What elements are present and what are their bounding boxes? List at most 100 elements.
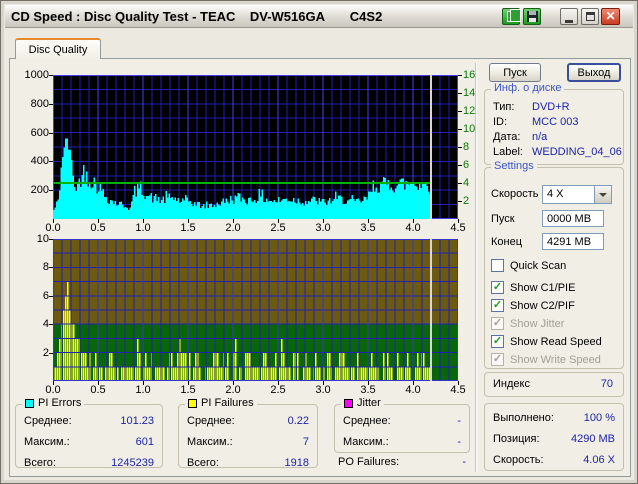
checkbox-show-jitter[interactable]: ✓ Show Jitter <box>491 316 619 334</box>
checkbox-box-icon[interactable] <box>491 259 504 272</box>
info-row: Максим.: 7 <box>179 436 317 457</box>
axis-tick-label: 3.0 <box>315 384 331 396</box>
checkbox-show-c2-pif[interactable]: ✓ Show C2/PIF <box>491 298 619 316</box>
axis-tick-mark <box>233 381 234 385</box>
axis-tick-label: 16 <box>463 69 476 81</box>
info-value: 601 <box>135 436 154 448</box>
axis-tick-label: 200 <box>30 184 49 197</box>
axis-tick-label: 4.0 <box>405 222 421 234</box>
info-row: Максим.: - <box>335 436 469 457</box>
checkbox-box-icon[interactable]: ✓ <box>491 317 504 330</box>
checkbox-quick-scan[interactable]: Quick Scan <box>491 258 619 276</box>
copy-icon <box>506 9 521 22</box>
axis-tick-label: 400 <box>30 155 49 168</box>
checkbox-box-icon[interactable]: ✓ <box>491 299 504 312</box>
checkbox-show-write-speed[interactable]: ✓ Show Write Speed <box>491 352 619 370</box>
axis-tick-label: 2.0 <box>225 384 241 396</box>
checkbox-show-c1-pie[interactable]: ✓ Show C1/PIE <box>491 280 619 298</box>
axis-tick-mark <box>413 219 414 223</box>
axis-tick-mark <box>278 219 279 223</box>
axis-tick-label: 4 <box>42 318 49 331</box>
axis-tick-label: 8 <box>42 261 49 274</box>
copy-button[interactable] <box>502 8 521 25</box>
info-label: Скорость: <box>493 454 544 466</box>
window-title: CD Speed : Disc Quality Test - TEAC DV-W… <box>11 9 383 24</box>
axis-tick-mark <box>143 219 144 223</box>
exit-button[interactable]: Выход <box>567 63 621 82</box>
info-value: 4290 MB <box>570 433 615 445</box>
axis-tick-label: 4.0 <box>405 384 421 396</box>
tab-disc-quality[interactable]: Disc Quality <box>15 38 101 59</box>
axis-tick-label: 0.0 <box>45 384 61 396</box>
speed-select[interactable]: 4 X <box>542 185 612 204</box>
info-row: Всего: 1918 <box>179 457 317 478</box>
info-row: Среднее: - <box>335 415 469 436</box>
axis-tick-mark <box>458 129 462 130</box>
axis-tick-mark <box>458 75 462 76</box>
axis-tick-label: 1.5 <box>180 222 196 234</box>
info-row: Среднее: 0.22 <box>179 415 317 436</box>
pi-errors-rows: Среднее: 101.23 Максим.: 601 Всего: 1245239 <box>16 405 162 469</box>
axis-tick-mark <box>458 201 462 202</box>
axis-tick-label: 10 <box>463 123 476 135</box>
start-button[interactable]: Пуск <box>489 63 541 82</box>
checkbox-box-icon[interactable]: ✓ <box>491 335 504 348</box>
titlebar: CD Speed : Disc Quality Test - TEAC DV-W… <box>5 5 633 28</box>
disc-info-rows: Тип: DVD+R ID: MCC 003 Дата: n/a Label: WEDDING… <box>485 90 623 164</box>
info-row: Максим.: 601 <box>16 436 162 457</box>
info-row: Label: WEDDING_04_06 <box>485 146 623 161</box>
axis-tick-mark <box>368 219 369 223</box>
axis-tick-mark <box>49 295 53 297</box>
settings-caption: Settings <box>491 160 537 172</box>
pi-errors-group: PI Errors Среднее: 101.23 Максим.: 601 Всего… <box>15 397 163 469</box>
axis-tick-label: 12 <box>463 105 476 117</box>
axis-tick-label: 3.0 <box>315 222 331 234</box>
info-row: Позиция: 4290 MB <box>485 433 623 454</box>
axis-tick-label: 2 <box>42 346 49 359</box>
close-button[interactable]: ✕ <box>601 8 620 25</box>
axis-tick-label: 6 <box>42 289 49 302</box>
checkbox-show-read-speed[interactable]: ✓ Show Read Speed <box>491 334 619 352</box>
axis-tick-label: 800 <box>30 97 49 110</box>
info-label: Всего: <box>187 457 219 469</box>
info-value: WEDDING_04_06 <box>532 146 622 158</box>
axis-tick-mark <box>458 183 462 184</box>
axis-tick-mark <box>98 219 99 223</box>
axis-tick-label: 0.5 <box>90 222 106 234</box>
info-row: Тип: DVD+R <box>485 101 623 116</box>
axis-tick-mark <box>49 324 53 326</box>
jitter-rows: Среднее: - Максим.: - <box>335 405 469 452</box>
end-position-input[interactable] <box>542 233 604 250</box>
info-value: - <box>457 415 461 427</box>
index-label: Индекс <box>493 378 530 390</box>
axis-tick-mark <box>233 219 234 223</box>
axis-tick-mark <box>49 267 53 269</box>
checkbox-label: Show Jitter <box>510 318 565 330</box>
axis-tick-mark <box>53 381 54 385</box>
maximize-icon <box>585 12 595 21</box>
info-value: 101.23 <box>120 415 154 427</box>
minimize-button[interactable] <box>560 8 578 25</box>
axis-tick-mark <box>49 132 53 134</box>
checkbox-label: Show C2/PIF <box>510 300 575 312</box>
axis-tick-mark <box>278 381 279 385</box>
pi-failures-group: PI Failures Среднее: 0.22 Максим.: 7 Всего: 1… <box>178 397 318 469</box>
start-position-input[interactable] <box>542 210 604 227</box>
axis-tick-label: 2.5 <box>270 384 286 396</box>
info-label: Среднее: <box>24 415 72 427</box>
minimize-icon <box>565 19 573 23</box>
maximize-button[interactable] <box>581 8 599 25</box>
combo-dropdown-button[interactable] <box>594 186 611 203</box>
info-label: Среднее: <box>187 415 235 427</box>
panel-divider <box>475 63 477 472</box>
axis-tick-label: 4.5 <box>450 222 466 234</box>
checkbox-box-icon[interactable]: ✓ <box>491 353 504 366</box>
axis-tick-mark <box>458 93 462 94</box>
end-pos-label: Конец <box>491 236 523 248</box>
info-value: 7 <box>302 436 309 448</box>
save-button[interactable] <box>523 8 541 25</box>
info-row: Скорость: 4.06 X <box>485 454 623 475</box>
axis-tick-mark <box>458 147 462 148</box>
checkbox-box-icon[interactable]: ✓ <box>491 281 504 294</box>
axis-tick-label: 4.5 <box>450 384 466 396</box>
